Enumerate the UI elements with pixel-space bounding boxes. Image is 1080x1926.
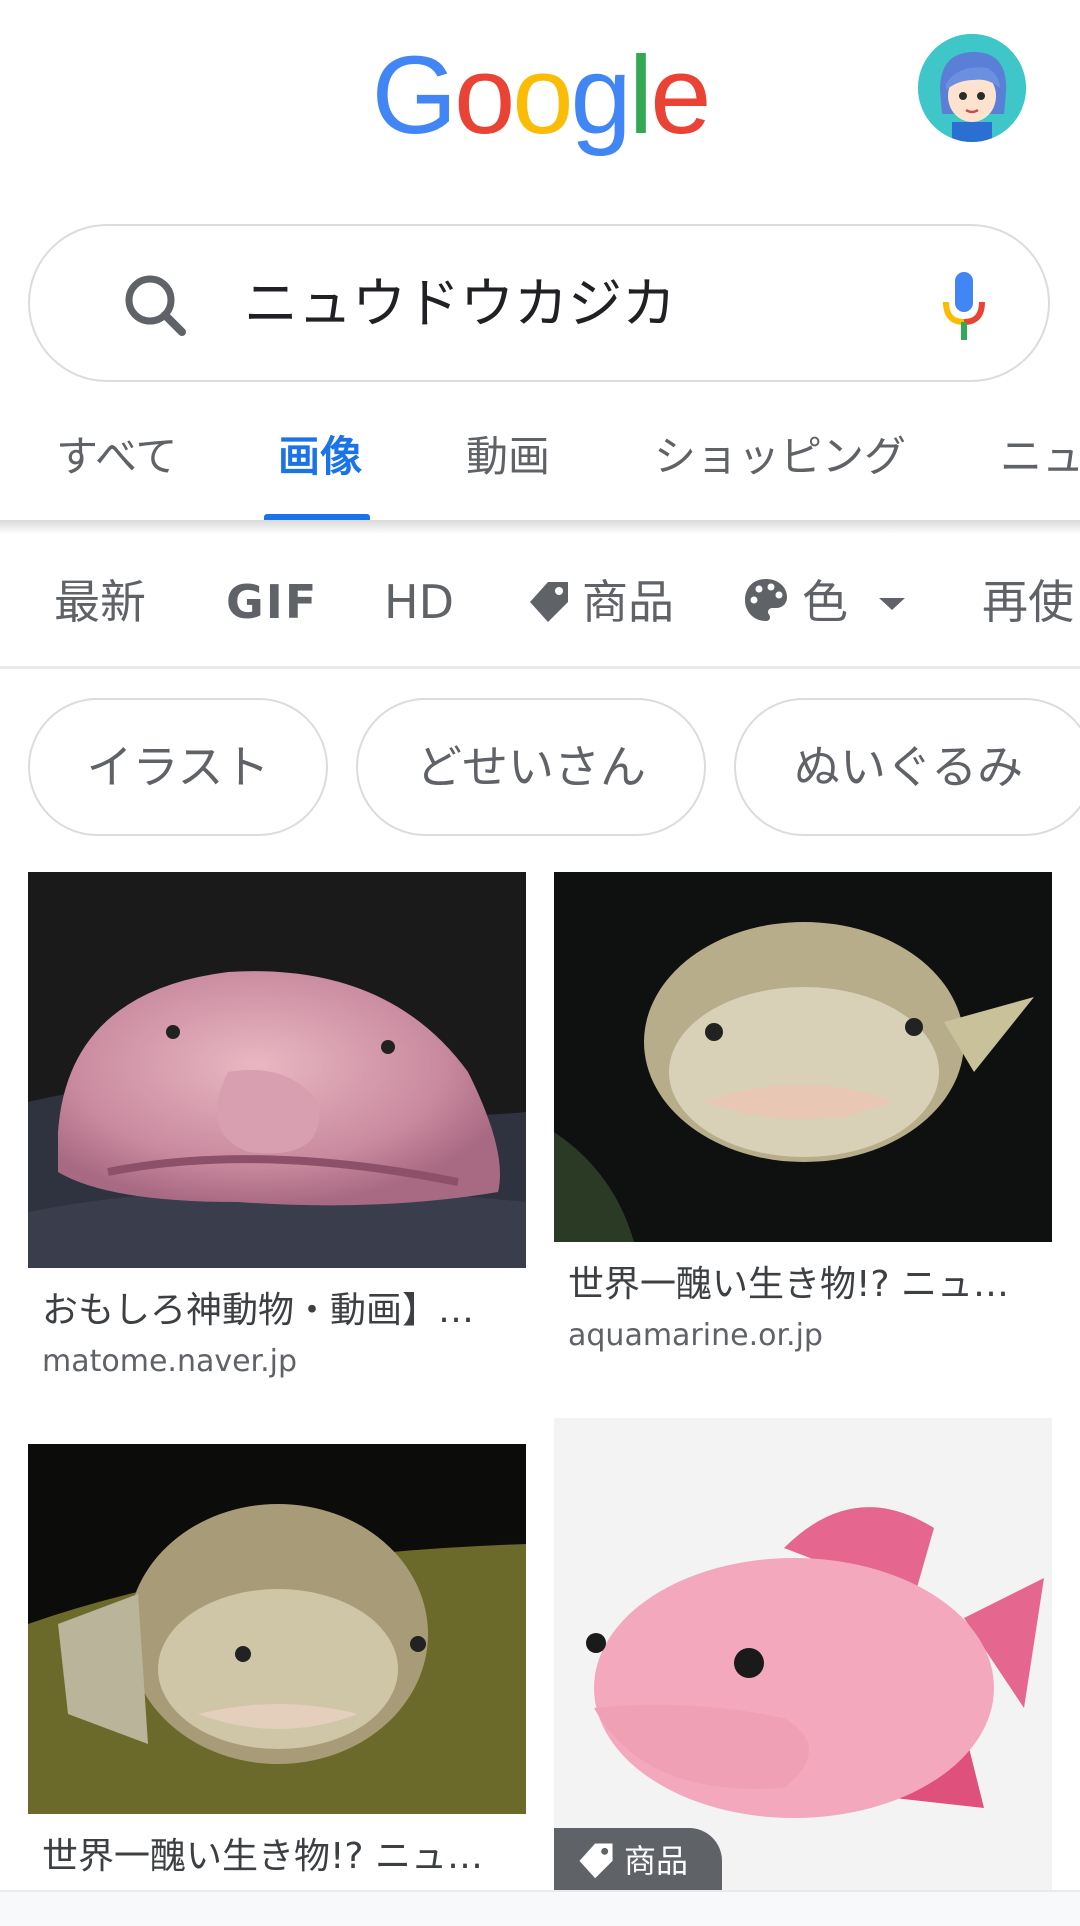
result-domain: aquamarine.or.jp	[568, 1318, 823, 1353]
tab-shopping[interactable]: ショッピング	[654, 430, 906, 484]
logo-letter: e	[650, 34, 711, 157]
tag-icon	[579, 1843, 613, 1879]
result-domain: matome.naver.jp	[42, 1344, 298, 1379]
search-icon[interactable]	[88, 270, 188, 340]
tool-color-label: 色	[802, 575, 848, 629]
tool-reusable[interactable]: 再使	[982, 574, 1074, 630]
account-avatar[interactable]	[918, 34, 1026, 142]
tool-products-label: 商品	[582, 575, 674, 629]
tab-images[interactable]: 画像	[278, 430, 362, 484]
tab-news[interactable]: ニュ	[1000, 430, 1080, 484]
search-input[interactable]: ニュウドウカジカ	[244, 262, 676, 346]
chip-plush[interactable]: ぬいぐるみ	[734, 698, 1080, 836]
divider	[0, 666, 1080, 669]
bottom-bar	[0, 1890, 1080, 1926]
tool-gif[interactable]: GIF	[226, 574, 318, 630]
product-badge: 商品	[554, 1828, 722, 1894]
logo-letter: G	[371, 34, 458, 157]
microphone-icon[interactable]	[934, 268, 994, 348]
result-caption[interactable]: 世界一醜い生き物!? ニュ…	[568, 1262, 1038, 1308]
chip-dosei-san[interactable]: どせいさん	[356, 698, 706, 836]
result-image[interactable]	[554, 872, 1052, 1242]
logo-letter: l	[628, 34, 654, 157]
chip-illustration[interactable]: イラスト	[28, 698, 328, 836]
search-tabs: すべて 画像 動画 ショッピング ニュ	[0, 400, 1080, 520]
product-badge-label: 商品	[624, 1842, 689, 1880]
result-image[interactable]	[554, 1418, 1052, 1890]
result-caption[interactable]: おもしろ神動物・動画】…	[42, 1288, 502, 1334]
tool-products[interactable]: 商品	[526, 574, 674, 630]
result-image[interactable]	[28, 872, 526, 1268]
tool-hd[interactable]: HD	[384, 574, 454, 630]
search-box[interactable]: ニュウドウカジカ	[28, 224, 1050, 382]
logo-letter: g	[570, 34, 632, 157]
logo-letter: o	[512, 34, 573, 157]
result-image[interactable]	[28, 1444, 526, 1814]
chevron-down-icon	[878, 598, 905, 610]
result-caption[interactable]: 世界一醜い生き物!? ニュ…	[42, 1834, 502, 1880]
palette-icon	[745, 579, 787, 621]
tag-icon	[530, 582, 568, 622]
tab-all[interactable]: すべて	[56, 430, 177, 484]
tabs-shadow	[0, 520, 1080, 534]
tab-videos[interactable]: 動画	[466, 430, 550, 484]
tool-color[interactable]: 色	[742, 574, 907, 630]
tools-row: 最新 GIF HD 商品 色 再使	[0, 540, 1080, 666]
avatar-image	[918, 34, 1026, 142]
logo-letter: o	[454, 34, 515, 157]
tool-recent[interactable]: 最新	[54, 574, 146, 630]
